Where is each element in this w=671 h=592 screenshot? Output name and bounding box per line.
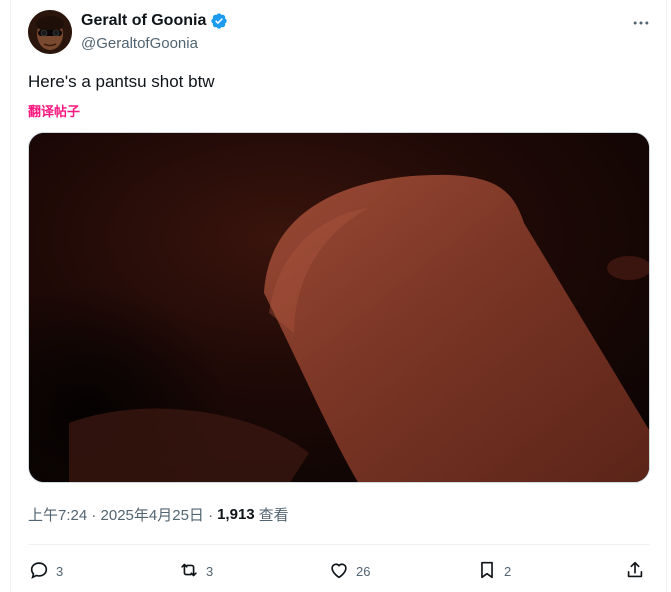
action-bar: 3 3 26 2: [28, 556, 650, 586]
more-icon[interactable]: [630, 12, 652, 34]
bookmark-count: 2: [504, 564, 512, 579]
verified-badge-icon[interactable]: [210, 12, 228, 30]
views-label: 查看: [258, 507, 289, 524]
share-button[interactable]: [624, 559, 646, 584]
bookmark-button[interactable]: 2: [476, 559, 511, 584]
translate-post-link[interactable]: 翻译帖子: [28, 101, 80, 120]
views-count: 1,913: [217, 506, 255, 523]
repost-icon: [178, 559, 200, 584]
tweet-media-image[interactable]: [28, 132, 650, 483]
reply-button[interactable]: 3: [28, 559, 63, 584]
like-button[interactable]: 26: [328, 559, 370, 584]
share-icon: [624, 559, 646, 584]
author-display-name[interactable]: Geralt of Goonia: [81, 12, 206, 30]
avatar[interactable]: [28, 10, 72, 54]
divider: [28, 544, 650, 545]
tweet-text: Here's a pantsu shot btw: [28, 72, 215, 91]
like-icon: [328, 559, 350, 584]
repost-count: 3: [206, 564, 214, 579]
tweet-card: Geralt of Goonia @GeraltofGoonia Here's …: [10, 0, 667, 592]
repost-button[interactable]: 3: [178, 559, 213, 584]
bookmark-icon: [476, 559, 498, 584]
reply-icon: [28, 559, 50, 584]
author-name-row: Geralt of Goonia: [81, 12, 228, 30]
reply-count: 3: [56, 564, 64, 579]
like-count: 26: [356, 564, 371, 579]
tweet-meta: 上午7:24 · 2025年4月25日 · 1,913 查看: [28, 504, 289, 525]
timestamp[interactable]: 上午7:24 · 2025年4月25日 ·: [28, 504, 213, 525]
author-handle[interactable]: @GeraltofGoonia: [81, 35, 198, 52]
